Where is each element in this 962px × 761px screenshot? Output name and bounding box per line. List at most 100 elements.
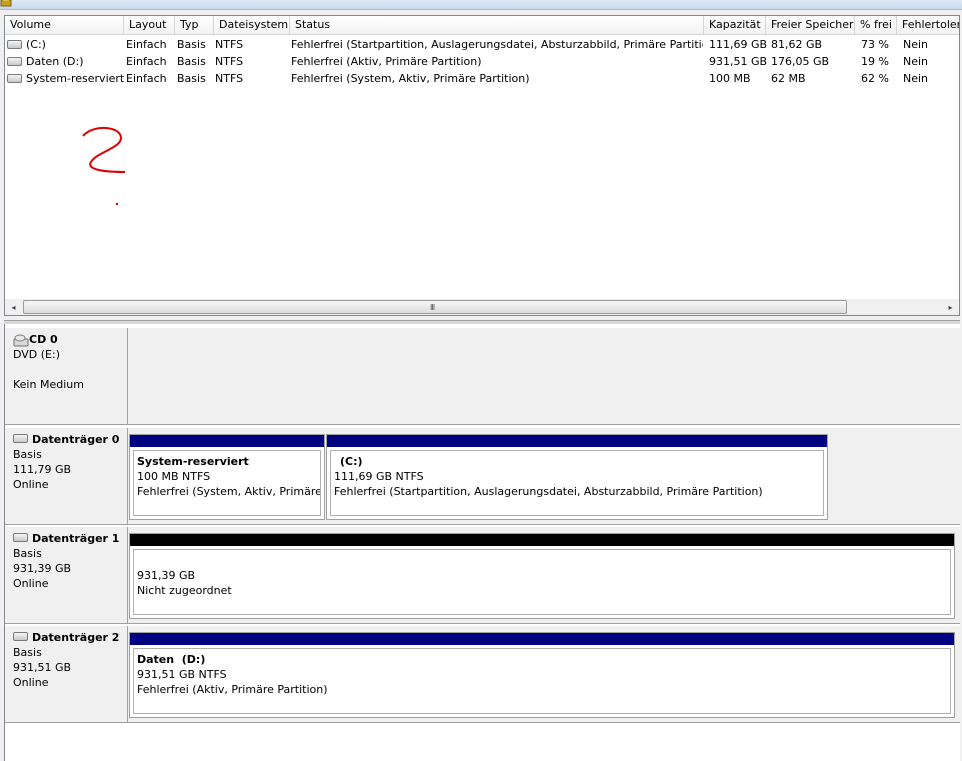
partition-d[interactable]: Daten (D:) 931,51 GB NTFS Fehlerfrei (Ak… bbox=[129, 632, 955, 718]
column-header-layout[interactable]: Layout bbox=[124, 16, 175, 34]
disk-title: Datenträger 0 bbox=[32, 433, 120, 446]
disk-state: Online bbox=[13, 478, 49, 491]
volume-frei: 81,62 GB bbox=[771, 38, 823, 51]
partition-name: Daten (D:) bbox=[137, 653, 206, 666]
volume-fehlertoleranz: Nein bbox=[903, 38, 929, 51]
volume-fs: NTFS bbox=[215, 55, 244, 68]
volume-frei: 176,05 GB bbox=[771, 55, 830, 68]
disk-title: CD 0 bbox=[29, 333, 58, 346]
disk-area: 931,39 GB Nicht zugeordnet bbox=[128, 527, 960, 624]
volume-name: (C:) bbox=[26, 38, 46, 51]
volume-kapazitaet: 931,51 GB bbox=[709, 55, 768, 68]
volume-fs: NTFS bbox=[215, 38, 244, 51]
unallocated-label: Nicht zugeordnet bbox=[137, 584, 232, 597]
cd-drive-icon bbox=[13, 334, 29, 346]
volume-kapazitaet: 100 MB bbox=[709, 72, 751, 85]
volume-name: Daten (D:) bbox=[26, 55, 84, 68]
volume-fehlertoleranz: Nein bbox=[903, 72, 929, 85]
app-icon bbox=[0, 0, 12, 7]
disk-icon bbox=[13, 533, 28, 542]
partition-bar bbox=[130, 534, 954, 546]
volume-list[interactable]: Volume Layout Typ Dateisystem Status Kap… bbox=[4, 15, 960, 316]
scroll-right-icon[interactable]: ▸ bbox=[942, 299, 959, 315]
partition-status: Fehlerfrei (Startpartition, Auslagerungs… bbox=[334, 485, 763, 498]
partition-c[interactable]: (C:) 111,69 GB NTFS Fehlerfrei (Startpar… bbox=[326, 434, 828, 520]
grip-icon: III bbox=[430, 303, 435, 312]
disk-area: Daten (D:) 931,51 GB NTFS Fehlerfrei (Ak… bbox=[128, 626, 960, 723]
volume-typ: Basis bbox=[177, 55, 206, 68]
volume-frei: 62 MB bbox=[771, 72, 806, 85]
disk-title: Datenträger 2 bbox=[32, 631, 120, 644]
partition-system-reserviert[interactable]: System-reserviert 100 MB NTFS Fehlerfrei… bbox=[129, 434, 325, 520]
column-header-kapazitaet[interactable]: Kapazität bbox=[704, 16, 766, 34]
volume-prozent: 62 % bbox=[861, 72, 889, 85]
disk-info[interactable]: Datenträger 1 Basis 931,39 GB Online bbox=[5, 527, 128, 624]
volume-kapazitaet: 111,69 GB bbox=[709, 38, 768, 51]
disk-size: 111,79 GB bbox=[13, 463, 72, 476]
unallocated-size: 931,39 GB bbox=[137, 569, 196, 582]
column-header-prozent-frei[interactable]: % frei bbox=[855, 16, 897, 34]
volume-name: System-reserviert bbox=[26, 72, 124, 85]
drive-icon bbox=[7, 73, 22, 83]
column-header-freier-speicher[interactable]: Freier Speicher bbox=[766, 16, 855, 34]
volume-layout: Einfach bbox=[126, 38, 167, 51]
volume-status: Fehlerfrei (Aktiv, Primäre Partition) bbox=[291, 55, 482, 68]
disk-drive: DVD (E:) bbox=[13, 348, 61, 361]
horizontal-scrollbar[interactable]: ◂ III ▸ bbox=[5, 299, 959, 315]
column-header-status[interactable]: Status bbox=[290, 16, 704, 34]
drive-icon bbox=[7, 56, 22, 66]
partition-size: 931,51 GB NTFS bbox=[137, 668, 227, 681]
partition-status: Fehlerfrei (System, Aktiv, Primäre Parti… bbox=[137, 485, 321, 498]
disk-cd0[interactable]: CD 0 DVD (E:) Kein Medium bbox=[5, 328, 960, 425]
disk-type: Basis bbox=[13, 547, 42, 560]
list-header: Volume Layout Typ Dateisystem Status Kap… bbox=[5, 16, 959, 35]
volume-status: Fehlerfrei (Startpartition, Auslagerungs… bbox=[291, 38, 703, 51]
volume-prozent: 73 % bbox=[861, 38, 889, 51]
window-top-strip bbox=[0, 0, 962, 10]
volume-layout: Einfach bbox=[126, 55, 167, 68]
table-row[interactable]: System-reserviert Einfach Basis NTFS Feh… bbox=[5, 70, 959, 87]
volume-fehlertoleranz: Nein bbox=[903, 55, 929, 68]
column-header-fehlertoleranz[interactable]: Fehlertoleranz bbox=[897, 16, 959, 34]
disk-2[interactable]: Datenträger 2 Basis 931,51 GB Online Dat… bbox=[5, 626, 960, 723]
disk-type: Basis bbox=[13, 646, 42, 659]
disk-graphical-view: CD 0 DVD (E:) Kein Medium Datenträger 0 … bbox=[4, 324, 960, 761]
disk-media-state: Kein Medium bbox=[13, 378, 84, 391]
disk-type: Basis bbox=[13, 448, 42, 461]
drive-icon bbox=[7, 39, 22, 49]
partition-name: System-reserviert bbox=[137, 455, 249, 468]
disk-info[interactable]: Datenträger 2 Basis 931,51 GB Online bbox=[5, 626, 128, 723]
disk-1[interactable]: Datenträger 1 Basis 931,39 GB Online 931… bbox=[5, 527, 960, 624]
disk-icon bbox=[13, 434, 28, 443]
volume-typ: Basis bbox=[177, 38, 206, 51]
table-row[interactable]: (C:) Einfach Basis NTFS Fehlerfrei (Star… bbox=[5, 36, 959, 53]
disk-size: 931,51 GB bbox=[13, 661, 72, 674]
column-header-dateisystem[interactable]: Dateisystem bbox=[214, 16, 290, 34]
column-header-volume[interactable]: Volume bbox=[5, 16, 124, 34]
scrollbar-thumb[interactable]: III bbox=[23, 300, 847, 314]
volume-prozent: 19 % bbox=[861, 55, 889, 68]
disk-info[interactable]: Datenträger 0 Basis 111,79 GB Online bbox=[5, 428, 128, 525]
partition-size: 100 MB NTFS bbox=[137, 470, 211, 483]
disk-0[interactable]: Datenträger 0 Basis 111,79 GB Online Sys… bbox=[5, 428, 960, 525]
partition-status: Fehlerfrei (Aktiv, Primäre Partition) bbox=[137, 683, 328, 696]
disk-title: Datenträger 1 bbox=[32, 532, 120, 545]
partition-bar bbox=[130, 435, 324, 447]
disk-state: Online bbox=[13, 676, 49, 689]
unallocated-space[interactable]: 931,39 GB Nicht zugeordnet bbox=[129, 533, 955, 619]
partition-bar bbox=[327, 435, 827, 447]
volume-layout: Einfach bbox=[126, 72, 167, 85]
disk-state: Online bbox=[13, 577, 49, 590]
disk-info[interactable]: CD 0 DVD (E:) Kein Medium bbox=[5, 328, 128, 425]
scroll-left-icon[interactable]: ◂ bbox=[5, 299, 22, 315]
disk-size: 931,39 GB bbox=[13, 562, 72, 575]
column-header-typ[interactable]: Typ bbox=[175, 16, 214, 34]
disk-icon bbox=[13, 632, 28, 641]
disk-area bbox=[128, 328, 960, 425]
volume-typ: Basis bbox=[177, 72, 206, 85]
partition-name: (C:) bbox=[340, 455, 363, 468]
table-row[interactable]: Daten (D:) Einfach Basis NTFS Fehlerfrei… bbox=[5, 53, 959, 70]
red-question-mark-annotation bbox=[82, 127, 126, 206]
volume-status: Fehlerfrei (System, Aktiv, Primäre Parti… bbox=[291, 72, 530, 85]
partition-size: 111,69 GB NTFS bbox=[334, 470, 424, 483]
